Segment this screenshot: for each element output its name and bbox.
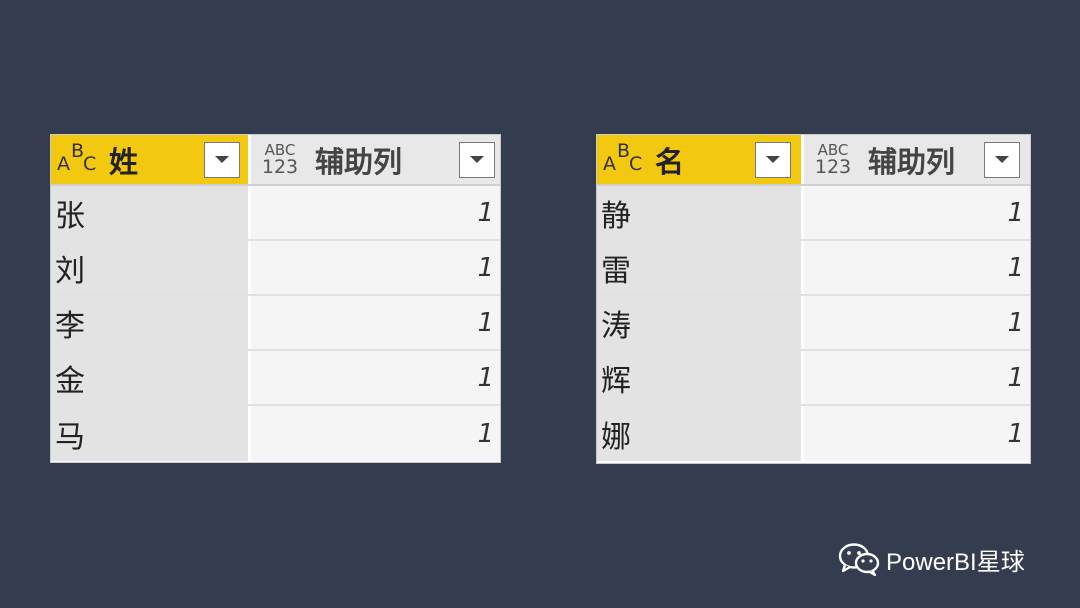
given-name-cell[interactable]: 辉	[597, 351, 804, 404]
abc123-type-icon[interactable]: ABC 123	[255, 142, 305, 177]
helper-cell[interactable]: 1	[804, 406, 1030, 461]
table-row: 马 1	[51, 406, 500, 461]
helper-cell[interactable]: 1	[251, 296, 500, 349]
given-name-table: ABC 名 ABC 123 辅助列 静 1 雷 1 涛 1 辉 1 娜 1	[596, 134, 1031, 464]
chevron-down-icon	[470, 156, 484, 163]
wechat-icon	[838, 542, 880, 576]
filter-dropdown-button[interactable]	[459, 141, 495, 178]
surname-table: ABC 姓 ABC 123 辅助列 张 1 刘 1 李 1 金 1 马 1	[50, 134, 501, 463]
helper-cell[interactable]: 1	[804, 296, 1030, 349]
table-row: 静 1	[597, 186, 1030, 241]
table-row: 李 1	[51, 296, 500, 351]
surname-cell[interactable]: 张	[51, 186, 251, 239]
surname-cell[interactable]: 刘	[51, 241, 251, 294]
given-name-cell[interactable]: 娜	[597, 406, 804, 461]
given-name-cell[interactable]: 雷	[597, 241, 804, 294]
helper-cell[interactable]: 1	[251, 351, 500, 404]
column-header-given-name[interactable]: ABC 名	[597, 135, 804, 184]
abc-type-icon[interactable]: ABC	[55, 140, 101, 180]
surname-cell[interactable]: 马	[51, 406, 251, 461]
watermark: PowerBI星球	[838, 540, 1025, 578]
table-row: 金 1	[51, 351, 500, 406]
surname-cell[interactable]: 金	[51, 351, 251, 404]
filter-dropdown-button[interactable]	[204, 141, 240, 178]
column-header-helper[interactable]: ABC 123 辅助列	[804, 135, 1030, 184]
watermark-text: PowerBI星球	[886, 548, 1025, 576]
table-row: 刘 1	[51, 241, 500, 296]
filter-dropdown-button[interactable]	[755, 141, 791, 178]
helper-cell[interactable]: 1	[804, 351, 1030, 404]
helper-cell[interactable]: 1	[251, 406, 500, 461]
surname-cell[interactable]: 李	[51, 296, 251, 349]
given-name-cell[interactable]: 涛	[597, 296, 804, 349]
abc123-type-icon[interactable]: ABC 123	[808, 142, 858, 177]
column-name: 姓	[109, 144, 139, 179]
given-name-cell[interactable]: 静	[597, 186, 804, 239]
helper-cell[interactable]: 1	[251, 186, 500, 239]
table-row: 雷 1	[597, 241, 1030, 296]
table-row: 张 1	[51, 186, 500, 241]
table-row: 娜 1	[597, 406, 1030, 461]
filter-dropdown-button[interactable]	[984, 141, 1020, 178]
column-header-surname[interactable]: ABC 姓	[51, 135, 251, 184]
abc-type-icon[interactable]: ABC	[601, 140, 647, 180]
column-header-helper[interactable]: ABC 123 辅助列	[251, 135, 500, 184]
header-row: ABC 姓 ABC 123 辅助列	[51, 135, 500, 186]
column-name: 名	[655, 144, 685, 179]
header-row: ABC 名 ABC 123 辅助列	[597, 135, 1030, 186]
table-row: 涛 1	[597, 296, 1030, 351]
chevron-down-icon	[215, 156, 229, 163]
helper-cell[interactable]: 1	[251, 241, 500, 294]
helper-cell[interactable]: 1	[804, 186, 1030, 239]
chevron-down-icon	[995, 156, 1009, 163]
column-name: 辅助列	[315, 144, 403, 179]
helper-cell[interactable]: 1	[804, 241, 1030, 294]
column-name: 辅助列	[868, 144, 956, 179]
table-row: 辉 1	[597, 351, 1030, 406]
chevron-down-icon	[766, 156, 780, 163]
